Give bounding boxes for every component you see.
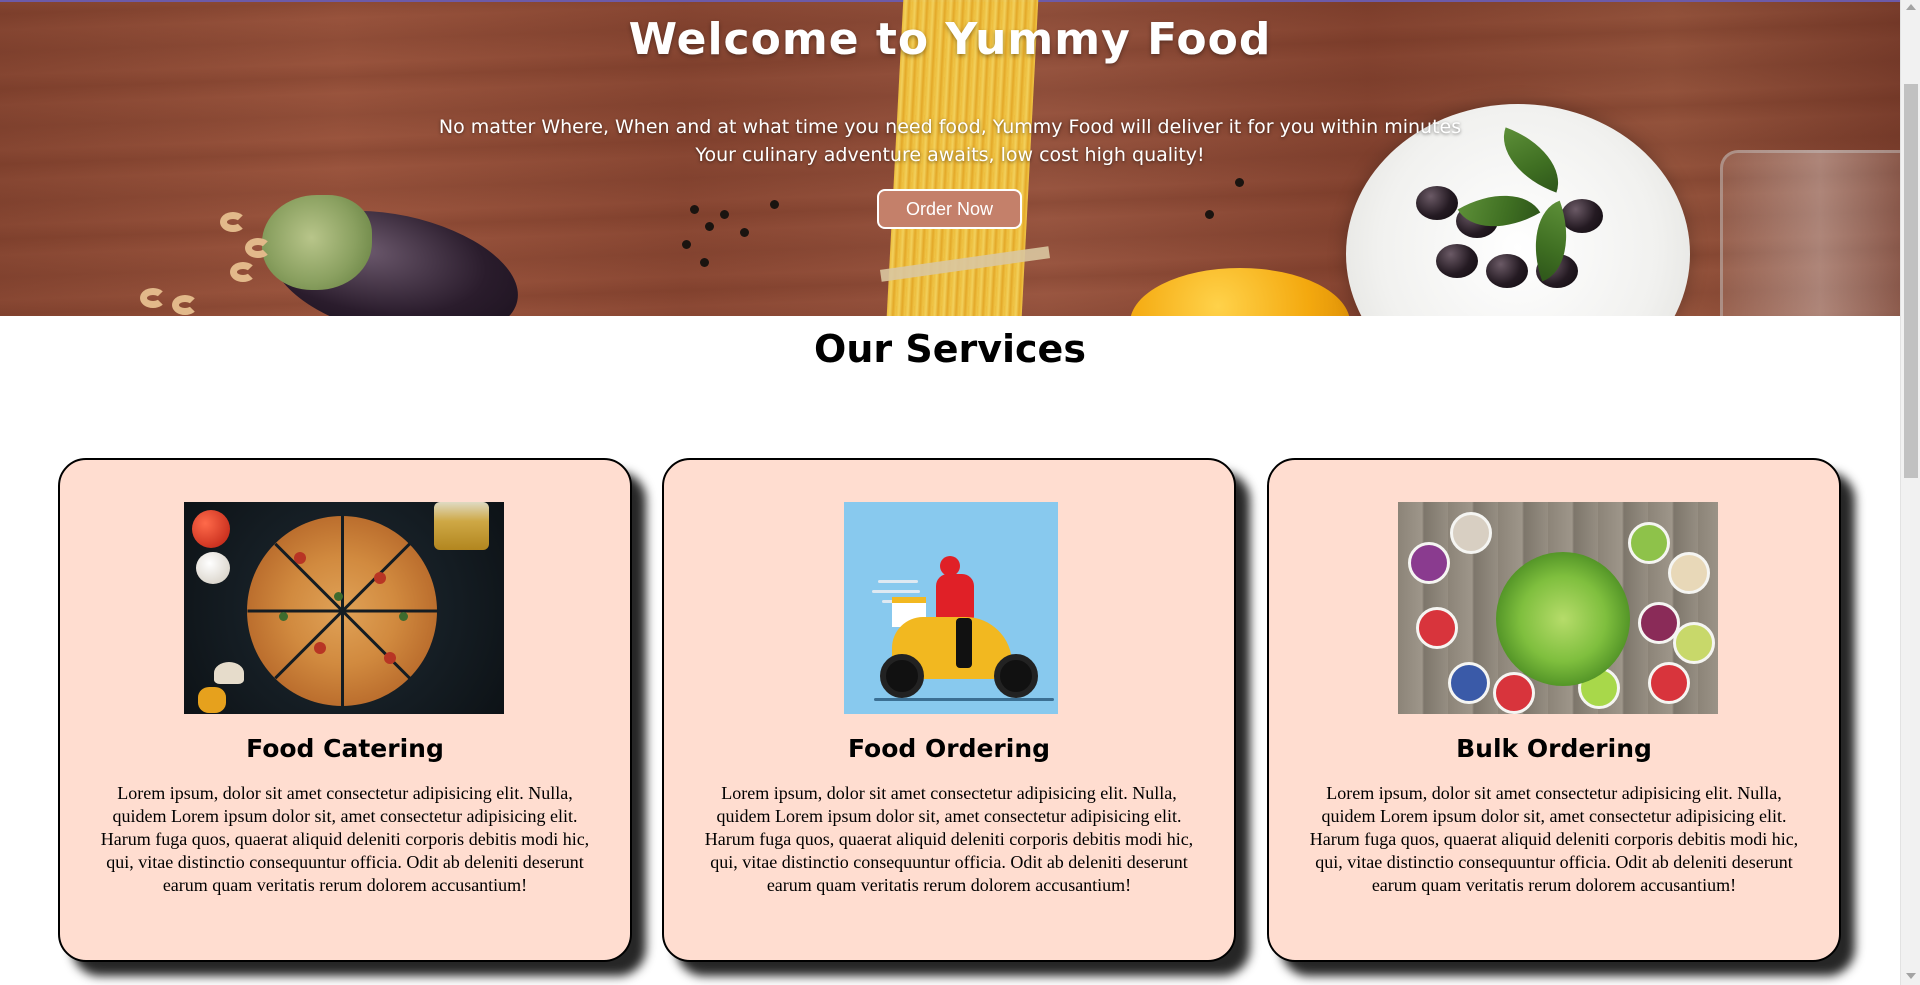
macaroni-image	[220, 212, 246, 232]
pizza-topping	[334, 592, 343, 601]
scrollbar-thumb[interactable]	[1904, 84, 1918, 478]
beer-mug-image	[434, 502, 489, 550]
rider-legs-image	[956, 618, 972, 668]
vertical-scrollbar[interactable]	[1900, 0, 1920, 985]
service-card-food-ordering: Food Ordering Lorem ipsum, dolor sit ame…	[662, 458, 1236, 962]
salad-image	[1398, 502, 1718, 714]
macaroni-image	[172, 295, 198, 315]
bowl-image	[1673, 622, 1715, 664]
pizza-topping	[384, 652, 396, 664]
scroll-down-icon[interactable]	[1906, 973, 1916, 979]
rider-helmet-image	[940, 556, 960, 576]
bowl-image	[1408, 542, 1450, 584]
pizza-topping	[294, 552, 306, 564]
glass-jar-image	[1720, 150, 1900, 316]
bowl-image	[1450, 512, 1492, 554]
service-card-title: Bulk Ordering	[1456, 734, 1652, 763]
eggplant-stem-image	[262, 195, 372, 290]
service-card-text: Lorem ipsum, dolor sit amet consectetur …	[704, 783, 1194, 895]
hero-title: Welcome to Yummy Food	[628, 14, 1272, 65]
order-now-button[interactable]: Order Now	[877, 189, 1022, 229]
olive-image	[1486, 254, 1528, 288]
peppercorn-image	[705, 222, 714, 231]
macaroni-image	[245, 238, 271, 258]
peppercorn-image	[770, 200, 779, 209]
yellow-pepper-image	[1130, 268, 1350, 316]
ground-line	[874, 698, 1054, 701]
bowl-image	[1493, 672, 1535, 714]
salad-bowl-image	[1496, 552, 1630, 686]
hero-tagline: No matter Where, When and at what time y…	[438, 116, 1462, 138]
service-card-text: Lorem ipsum, dolor sit amet consectetur …	[1309, 783, 1799, 895]
service-card-text: Lorem ipsum, dolor sit amet consectetur …	[100, 783, 590, 895]
service-card-food-catering: Food Catering Lorem ipsum, dolor sit ame…	[58, 458, 632, 962]
services-heading: Our Services	[814, 327, 1086, 371]
hero-banner: Welcome to Yummy Food No matter Where, W…	[0, 0, 1900, 316]
bowl-image	[1448, 662, 1490, 704]
olive-image	[1436, 244, 1478, 278]
peppercorn-image	[740, 228, 749, 237]
olive-image	[1416, 186, 1458, 220]
scooter-wheel-image	[880, 654, 924, 698]
bowl-image	[1648, 662, 1690, 704]
peppercorn-image	[682, 240, 691, 249]
peppercorn-image	[690, 205, 699, 214]
tomato-image	[192, 510, 230, 548]
olive-image	[1561, 199, 1603, 233]
bowl-image	[1668, 552, 1710, 594]
delivery-scooter-image	[844, 502, 1058, 714]
speed-line	[878, 580, 918, 583]
service-card-bulk-ordering: Bulk Ordering Lorem ipsum, dolor sit ame…	[1267, 458, 1841, 962]
service-card-title: Food Ordering	[847, 734, 1051, 763]
scooter-wheel-image	[994, 654, 1038, 698]
bowl-image	[1416, 607, 1458, 649]
service-card-title: Food Catering	[246, 734, 444, 763]
peppercorn-image	[1235, 178, 1244, 187]
pizza-topping	[279, 612, 288, 621]
scroll-up-icon[interactable]	[1906, 4, 1916, 10]
macaroni-image	[230, 262, 256, 282]
page: Welcome to Yummy Food No matter Where, W…	[0, 0, 1900, 985]
bowl-image	[1628, 522, 1670, 564]
macaroni-image	[140, 288, 166, 308]
peppercorn-image	[720, 210, 729, 219]
peppercorn-image	[700, 258, 709, 267]
pizza-image	[184, 502, 504, 714]
pizza-topping	[374, 572, 386, 584]
speed-line	[872, 590, 920, 593]
hero-subtagline: Your culinary adventure awaits, low cost…	[695, 144, 1205, 166]
yellow-pepper-image	[198, 687, 226, 713]
pizza-topping	[314, 642, 326, 654]
peppercorn-image	[1205, 210, 1214, 219]
garlic-image	[196, 552, 230, 584]
mushroom-image	[214, 662, 244, 684]
rider-body-image	[936, 574, 974, 622]
pizza-topping	[399, 612, 408, 621]
